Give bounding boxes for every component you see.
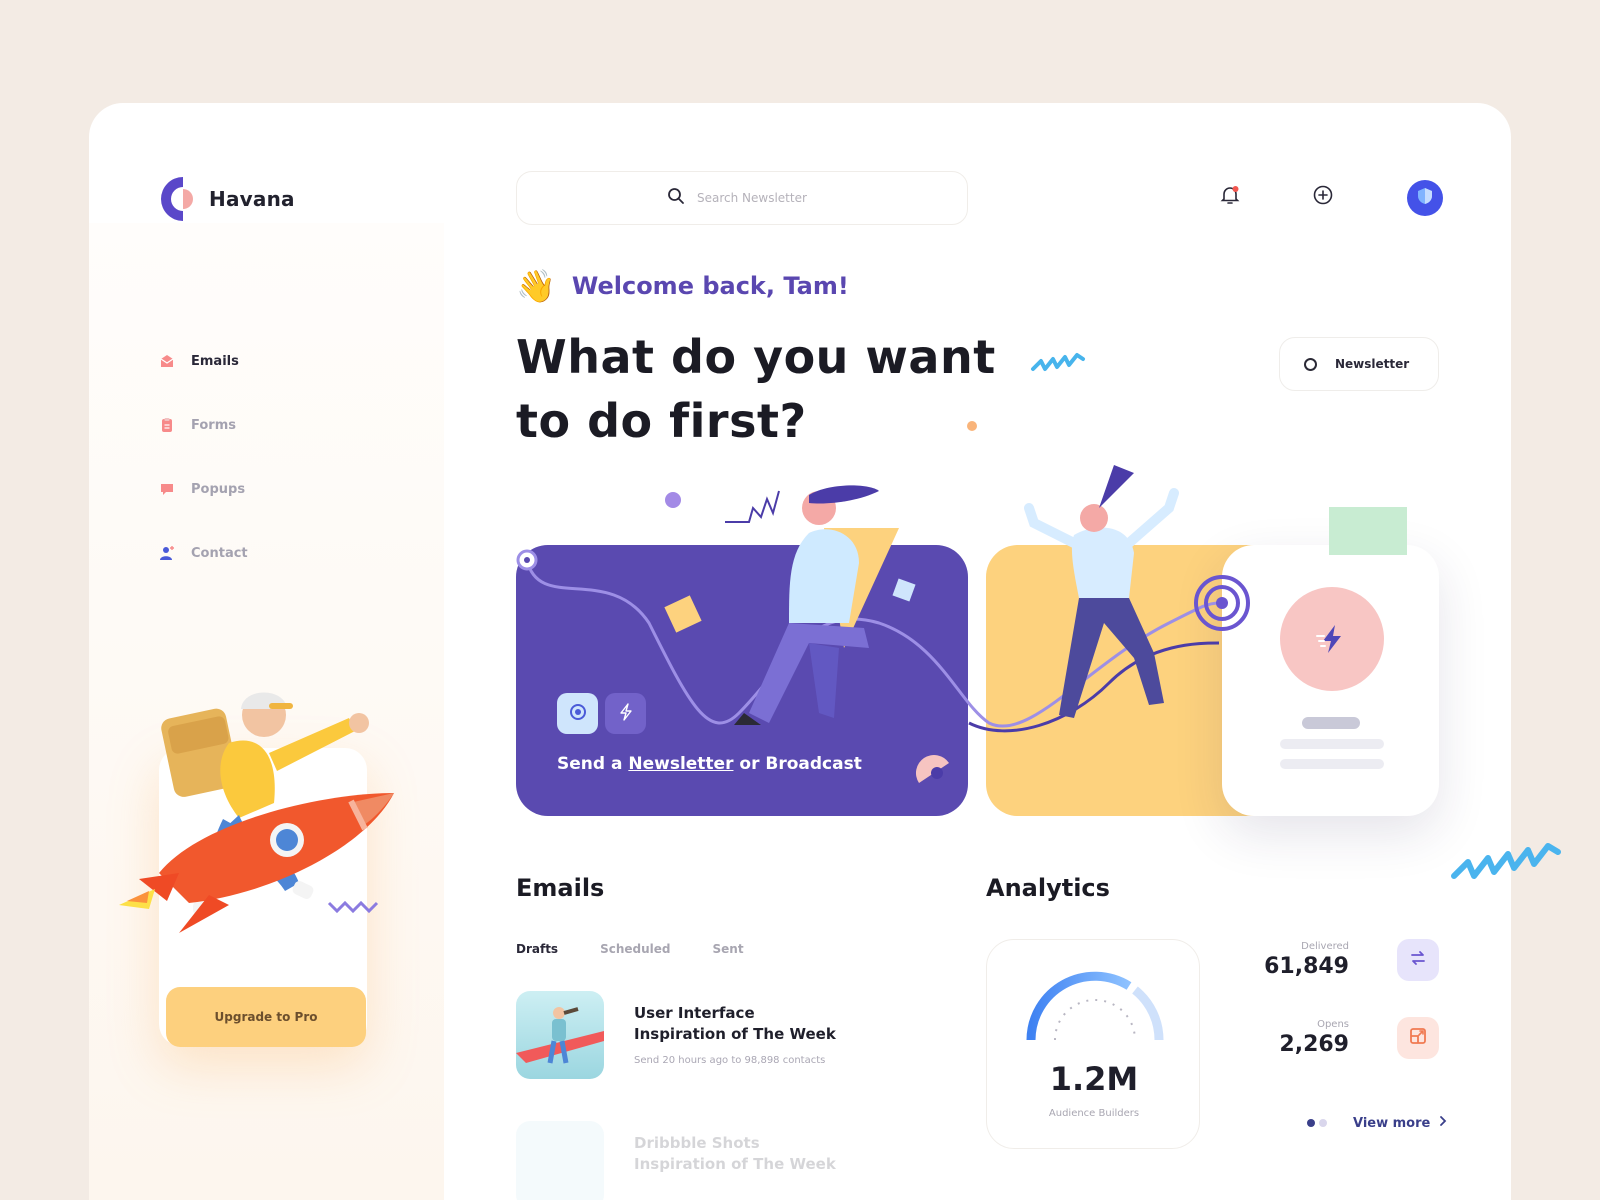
placeholder-line (1302, 717, 1360, 729)
page-dot-active[interactable] (1307, 1119, 1315, 1127)
hero-lightning-button[interactable] (605, 693, 646, 734)
email-details: User Interface Inspiration of The Week S… (634, 991, 844, 1079)
radio-icon (1304, 357, 1317, 371)
stat-value: 61,849 (1264, 954, 1349, 979)
email-tabs: Drafts Scheduled Sent (516, 942, 744, 956)
page-title: What do you want to do first? (516, 330, 996, 448)
newsletter-label: Newsletter (1335, 357, 1410, 371)
squiggle-decoration (1451, 843, 1561, 879)
add-button[interactable] (1307, 181, 1339, 213)
tab-drafts[interactable]: Drafts (516, 942, 558, 956)
gauge-label: Audience Builders (1048, 1108, 1140, 1119)
swap-icon (1408, 948, 1428, 972)
clipboard-icon (159, 417, 175, 433)
app-window: Havana Emails Forms Popups Contact Upgra… (89, 103, 1511, 1200)
email-thumbnail (516, 1121, 604, 1200)
newsletter-link[interactable]: Newsletter (628, 754, 733, 774)
stat-opens: Opens 2,269 (1229, 1019, 1349, 1057)
pagination-dots[interactable] (1307, 1119, 1327, 1127)
sidebar-item-emails[interactable]: Emails (159, 329, 248, 393)
search-icon (667, 187, 685, 209)
rocket-illustration (119, 692, 394, 933)
bell-icon (1219, 184, 1241, 210)
email-meta: Send 20 hours ago to 98,898 contacts (634, 1055, 826, 1066)
stat-value: 2,269 (1279, 1032, 1349, 1057)
opens-stat-button[interactable] (1397, 1017, 1439, 1059)
upgrade-button[interactable]: Upgrade to Pro (166, 987, 366, 1047)
avatar[interactable] (1407, 180, 1443, 216)
wave-emoji: 👋 (516, 267, 556, 305)
chat-icon (159, 481, 175, 497)
gauge-chart (1026, 971, 1164, 1041)
logo-icon (159, 175, 199, 223)
mail-icon (159, 353, 175, 369)
lightning-icon (617, 702, 635, 725)
tab-sent[interactable]: Sent (713, 942, 744, 956)
sidebar-nav: Emails Forms Popups Contact (159, 329, 248, 585)
email-thumbnail (516, 991, 604, 1079)
delivered-stat-button[interactable] (1397, 939, 1439, 981)
view-more-link[interactable]: View more (1353, 1115, 1448, 1131)
email-details: Dribbble Shots Inspiration of The Week (634, 1121, 844, 1200)
email-title: User Interface Inspiration of The Week (634, 1004, 836, 1043)
newsletter-toggle[interactable]: Newsletter (1279, 337, 1439, 391)
dot-decoration (967, 421, 977, 431)
stat-label: Opens (1317, 1019, 1349, 1030)
analytics-section-title: Analytics (986, 874, 1110, 902)
target-icon (568, 702, 588, 726)
stat-delivered: Delivered 61,849 (1229, 941, 1349, 979)
hero-target-button[interactable] (557, 693, 598, 734)
search-bar[interactable] (516, 171, 968, 225)
sidebar-item-popups[interactable]: Popups (159, 457, 248, 521)
shield-icon (1415, 186, 1435, 210)
email-list-item[interactable]: Dribbble Shots Inspiration of The Week (516, 1121, 844, 1200)
gauge-value: 1.2M (1049, 1060, 1139, 1098)
welcome-text: Welcome back, Tam! (571, 272, 849, 300)
notification-button[interactable] (1214, 181, 1246, 213)
open-box-icon (1408, 1026, 1428, 1050)
sidebar-item-contact[interactable]: Contact (159, 521, 248, 585)
tab-scheduled[interactable]: Scheduled (600, 942, 670, 956)
page-dot[interactable] (1319, 1119, 1327, 1127)
green-tag-decoration (1329, 507, 1407, 555)
email-list-item[interactable]: User Interface Inspiration of The Week S… (516, 991, 844, 1079)
hero-cta-suffix: or Broadcast (733, 754, 862, 774)
sidebar-item-forms[interactable]: Forms (159, 393, 248, 457)
sidebar-item-label: Popups (191, 481, 246, 497)
search-input[interactable] (697, 191, 817, 205)
sidebar-item-label: Forms (191, 417, 236, 433)
email-title: Dribbble Shots Inspiration of The Week (634, 1134, 836, 1173)
lightning-icon (1316, 625, 1341, 653)
chevron-right-icon (1438, 1115, 1448, 1131)
sidebar-item-label: Emails (191, 353, 239, 369)
sidebar-item-label: Contact (191, 545, 248, 561)
welcome-row: 👋 Welcome back, Tam! (516, 267, 849, 305)
hero-cta: Send a Newsletter or Broadcast (557, 754, 862, 774)
stat-label: Delivered (1301, 941, 1349, 952)
user-add-icon (159, 545, 175, 561)
plus-circle-icon (1312, 184, 1334, 210)
app-name: Havana (209, 187, 295, 211)
hero-cta-prefix: Send a (557, 754, 629, 774)
view-more-label: View more (1353, 1115, 1431, 1131)
emails-section-title: Emails (516, 874, 605, 902)
audience-gauge-card: 1.2M Audience Builders (986, 939, 1200, 1149)
logo[interactable]: Havana (159, 175, 295, 223)
squiggle-decoration (1031, 353, 1085, 371)
